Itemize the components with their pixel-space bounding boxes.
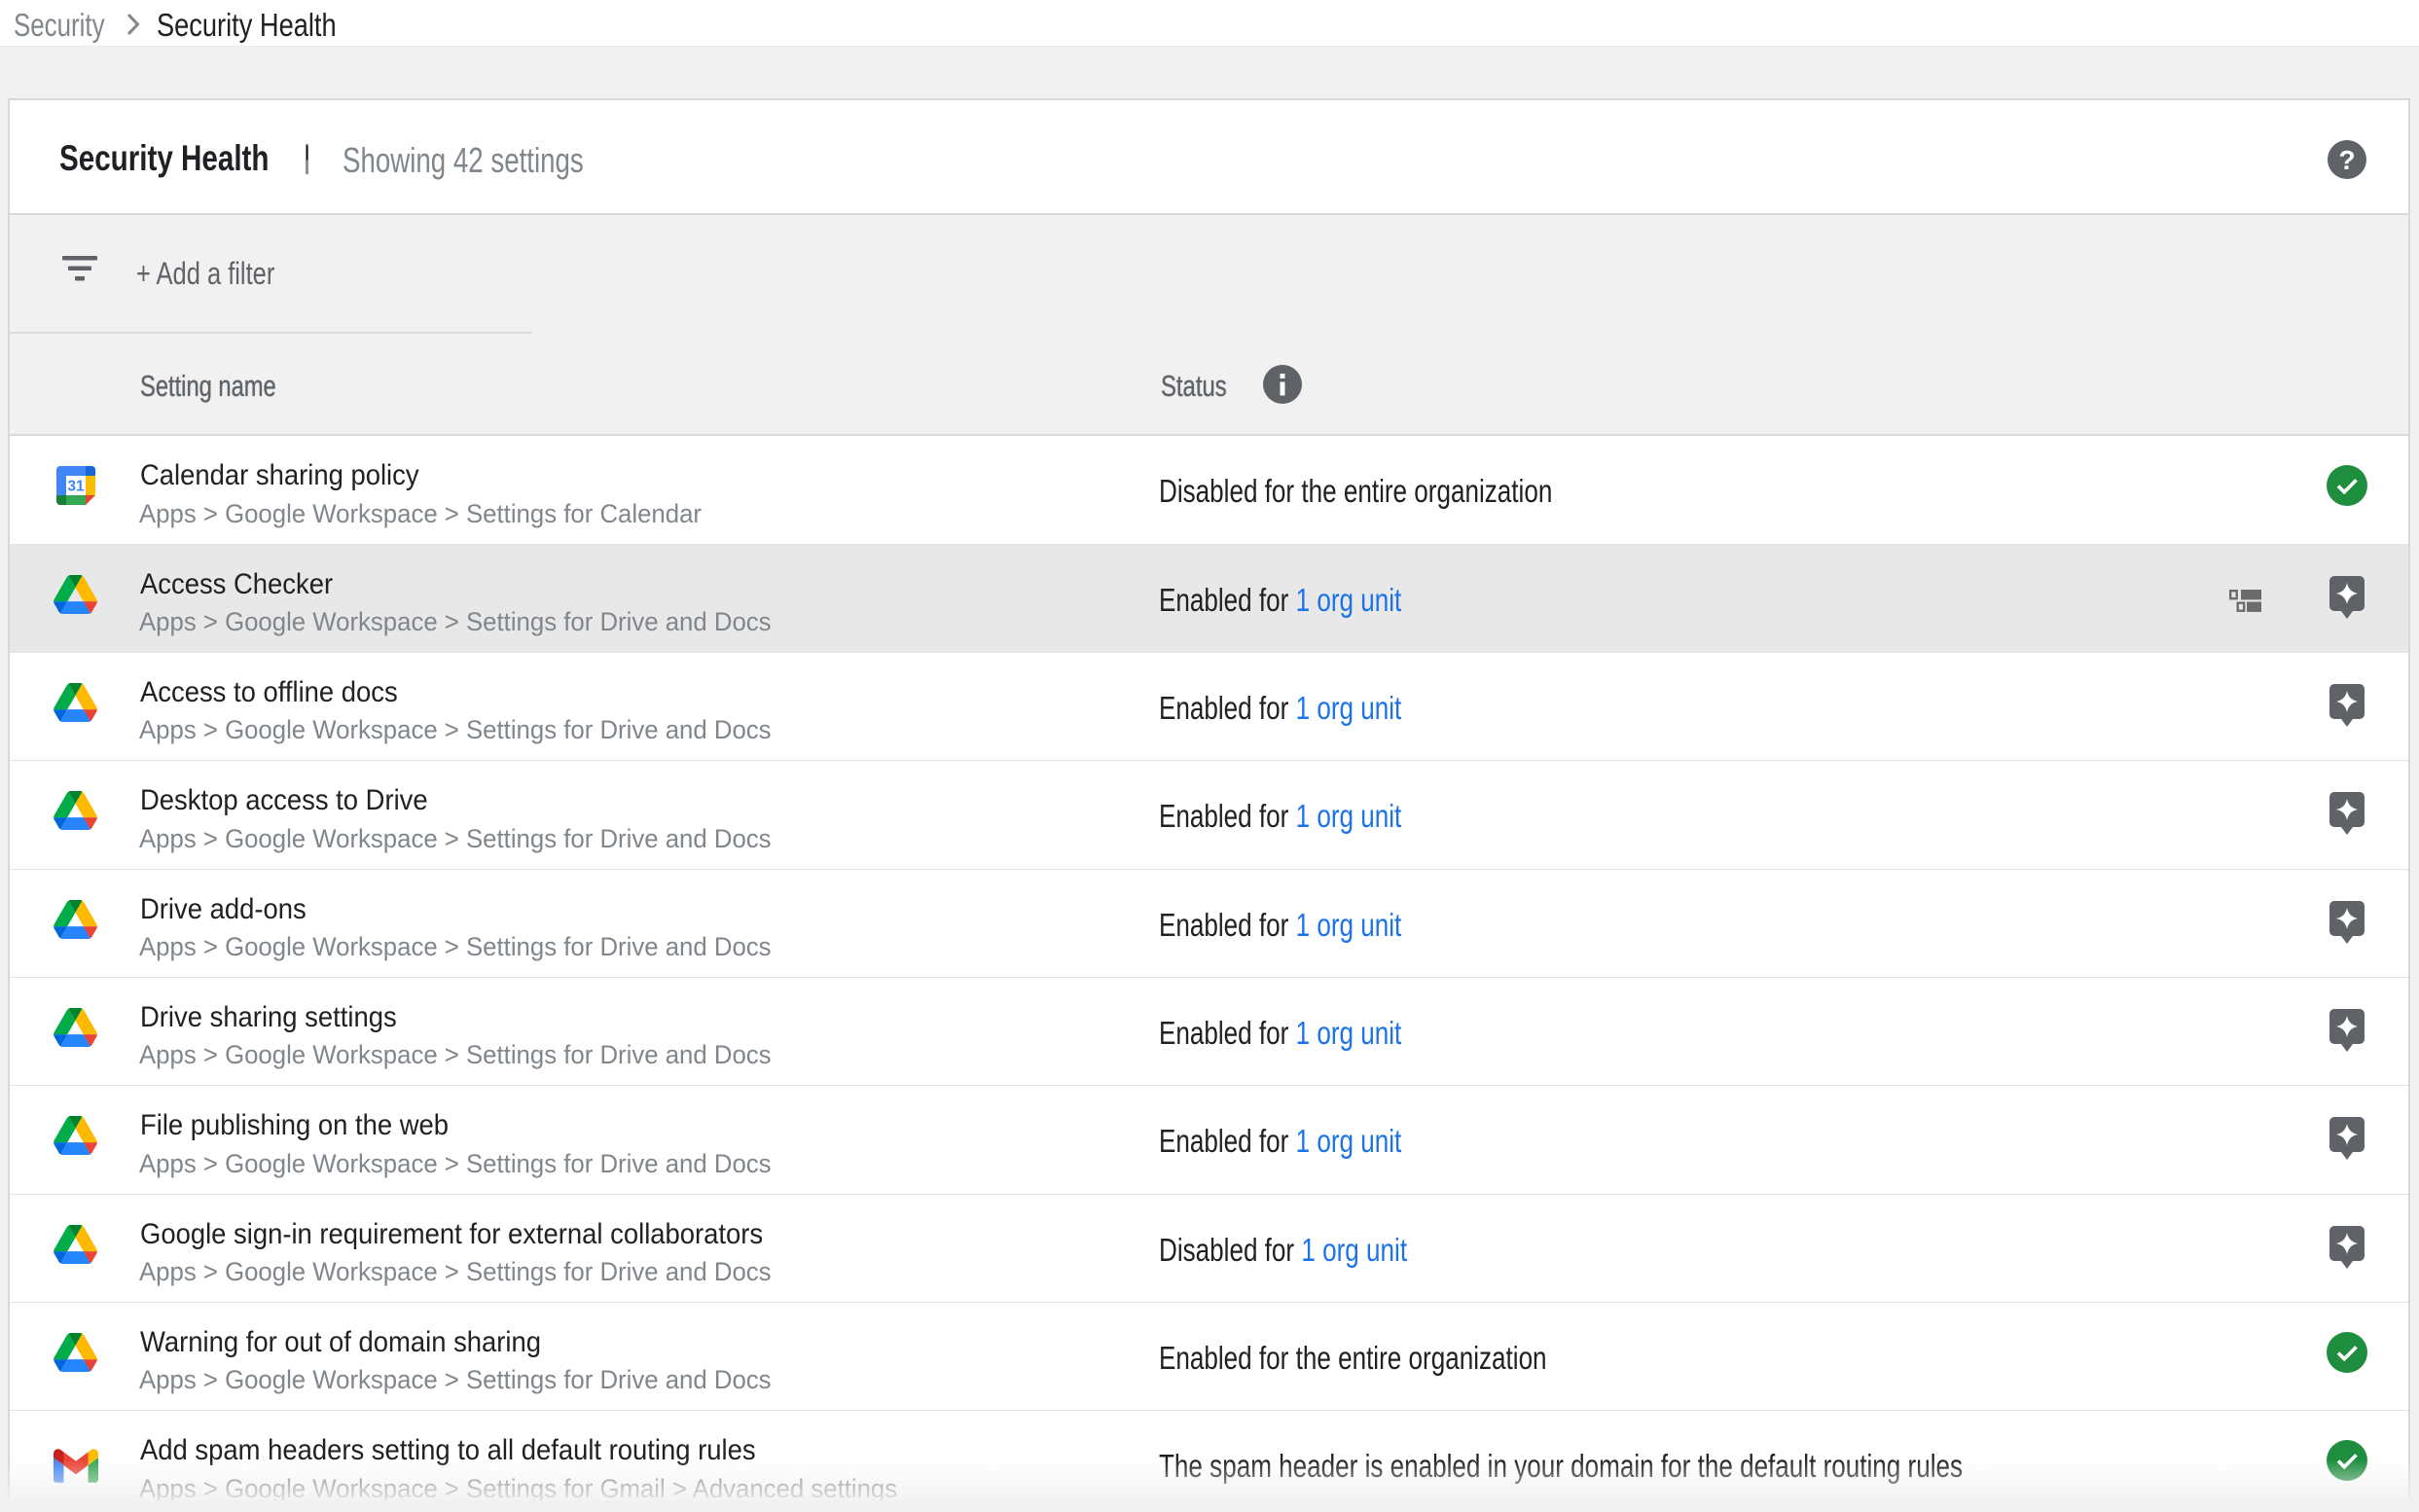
svg-text:?: ? [2338, 145, 2355, 175]
svg-text:31: 31 [67, 479, 85, 495]
